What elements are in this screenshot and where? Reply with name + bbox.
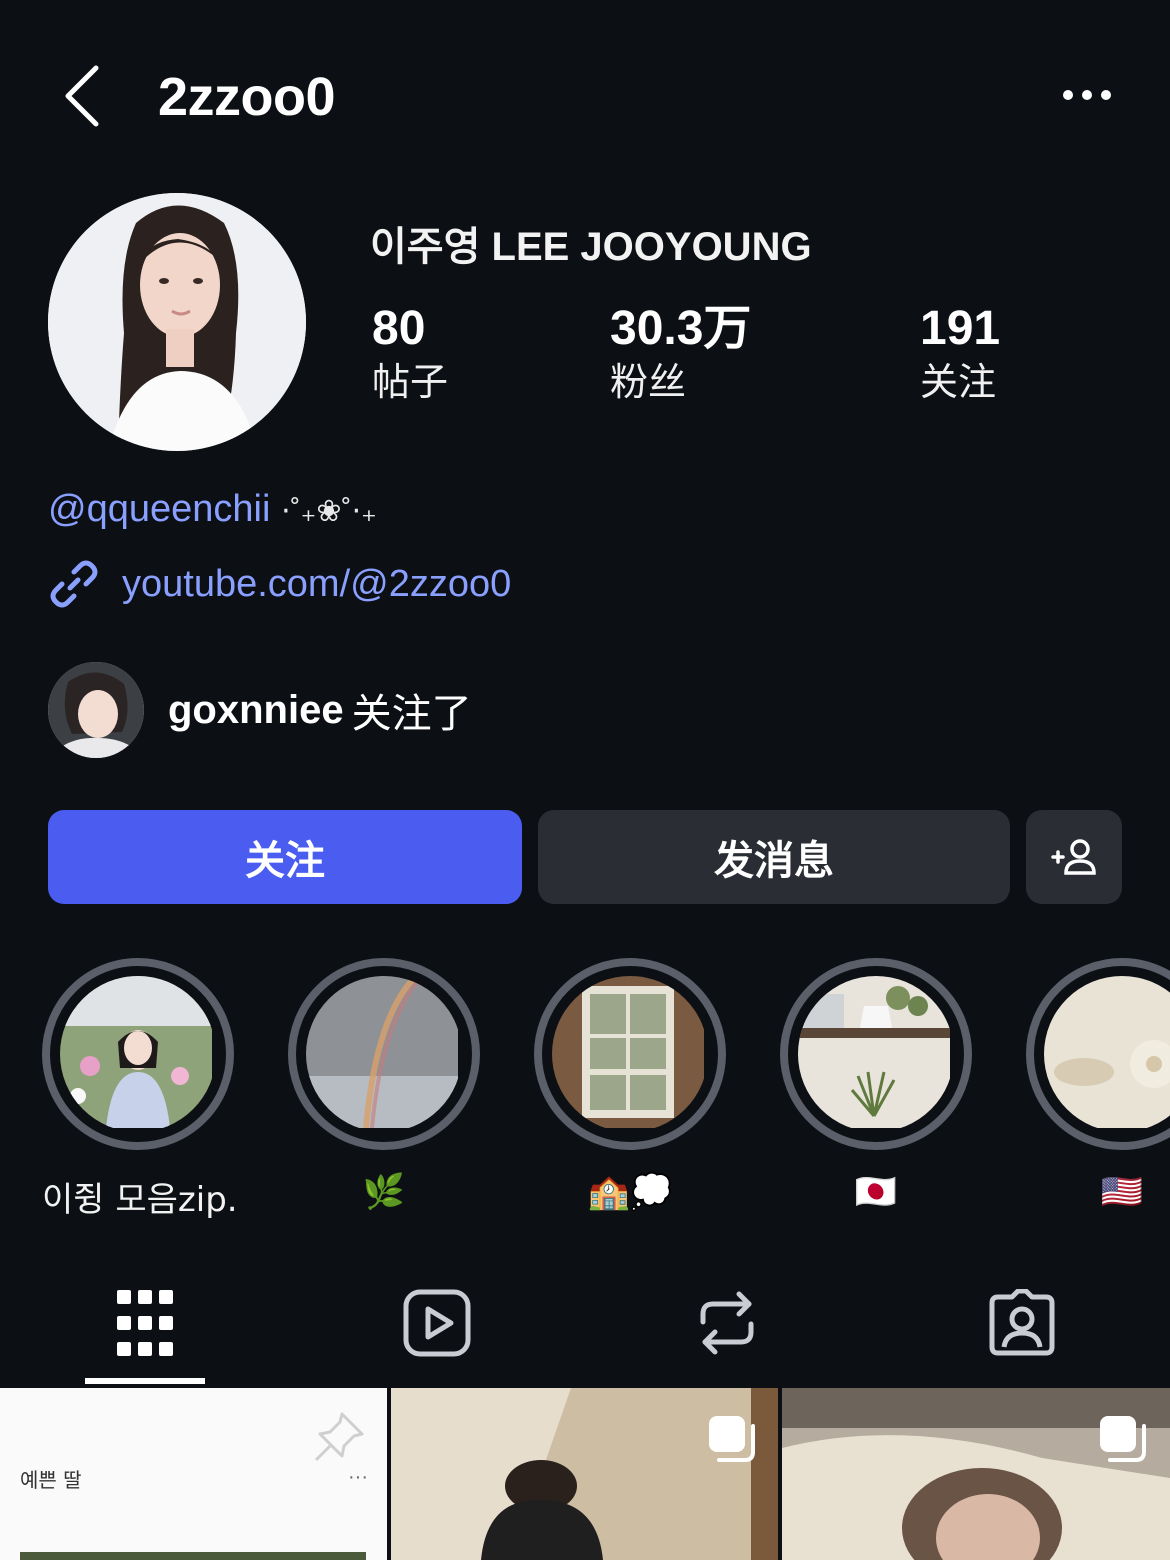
highlight-label: 🌿 [362, 1172, 406, 1212]
highlight-1[interactable]: 이쥥 모음zip. [42, 958, 238, 1221]
back-button[interactable] [52, 58, 112, 134]
posts-grid: 예쁜 딸 ··· [0, 1388, 1170, 1560]
tab-reels[interactable] [377, 1268, 497, 1378]
highlight-cover [798, 976, 954, 1132]
highlight-3[interactable]: 🏫💭 [534, 958, 726, 1212]
highlight-2[interactable]: 🌿 [288, 958, 480, 1212]
tab-tagged[interactable] [962, 1268, 1082, 1378]
bio-mention: @qqueenchii ⋅˚₊❀˚⋅₊ [48, 488, 377, 531]
mutual-follower-username: goxnniee [168, 687, 344, 732]
mention-link[interactable]: @qqueenchii [48, 488, 270, 530]
stat-followers-label: 粉丝 [610, 360, 687, 404]
link-icon [50, 560, 98, 608]
highlight-ring [1026, 958, 1170, 1150]
stat-followers-value: 30.3万 [610, 302, 752, 355]
tab-reposts[interactable] [667, 1268, 787, 1378]
highlight-label: 🇯🇵 [854, 1172, 898, 1212]
chevron-left-icon [65, 65, 99, 127]
highlight-cover [552, 976, 708, 1132]
profile-avatar[interactable] [48, 193, 306, 451]
follow-button[interactable]: 关注 [48, 810, 522, 904]
highlight-ring [780, 958, 972, 1150]
highlight-cover [60, 976, 216, 1132]
stat-following-value: 191 [920, 302, 1001, 355]
post-thumbnail-3[interactable] [782, 1388, 1170, 1560]
stat-posts-value: 80 [372, 302, 426, 355]
more-options-button[interactable] [1052, 72, 1122, 118]
highlight-label: 🏫💭 [587, 1172, 673, 1212]
mutual-follower-text: 关注了 [351, 691, 472, 737]
bio-decoration: ⋅˚₊❀˚⋅₊ [280, 495, 377, 528]
highlight-ring [42, 958, 234, 1150]
highlight-cover [306, 976, 462, 1132]
active-tab-indicator [85, 1378, 205, 1384]
mutual-follower[interactable]: goxnniee 关注了 [48, 662, 472, 758]
stat-posts[interactable]: 80 帖子 [372, 300, 448, 406]
bio-link-text[interactable]: youtube.com/@2zzoo0 [122, 563, 511, 606]
highlight-label: 🇺🇸 [1100, 1172, 1144, 1212]
display-name: 이주영 LEE JOOYOUNG [370, 225, 812, 269]
profile-tabs [0, 1268, 1170, 1386]
profile-username: 2zzoo0 [158, 67, 336, 127]
post-thumbnail-2[interactable] [391, 1388, 778, 1560]
tab-posts[interactable] [85, 1268, 205, 1378]
highlight-cover [1044, 976, 1170, 1132]
stat-following-label: 关注 [920, 360, 997, 404]
bio-link[interactable]: youtube.com/@2zzoo0 [48, 556, 511, 612]
post-caption: 예쁜 딸 [20, 1468, 82, 1492]
grid-icon [117, 1290, 173, 1356]
highlight-ring [534, 958, 726, 1150]
stat-posts-label: 帖子 [372, 360, 449, 404]
stat-following[interactable]: 191 关注 [920, 300, 1000, 406]
highlight-5[interactable]: 🇺🇸 [1026, 958, 1170, 1212]
suggest-people-button[interactable] [1026, 810, 1122, 904]
post-image-edge [20, 1552, 366, 1560]
highlight-4[interactable]: 🇯🇵 [780, 958, 972, 1212]
reels-icon [403, 1289, 471, 1357]
pin-icon [314, 1412, 364, 1462]
top-bar: 2zzoo0 [0, 0, 1170, 190]
add-person-icon [1051, 839, 1096, 875]
post-thumbnail-1[interactable]: 예쁜 딸 ··· [0, 1388, 387, 1560]
highlight-label: 이쥥 모음zip. [42, 1180, 238, 1220]
repost-icon [700, 1291, 754, 1355]
mutual-follower-avatar [48, 662, 144, 758]
tagged-person-icon [989, 1289, 1055, 1356]
stat-followers[interactable]: 30.3万 粉丝 [610, 300, 751, 406]
highlight-ring [288, 958, 480, 1150]
carousel-icon [1100, 1416, 1146, 1462]
carousel-icon [709, 1416, 755, 1462]
message-button[interactable]: 发消息 [538, 810, 1010, 904]
post-more-dots: ··· [348, 1466, 368, 1488]
more-horizontal-icon [1063, 90, 1111, 100]
